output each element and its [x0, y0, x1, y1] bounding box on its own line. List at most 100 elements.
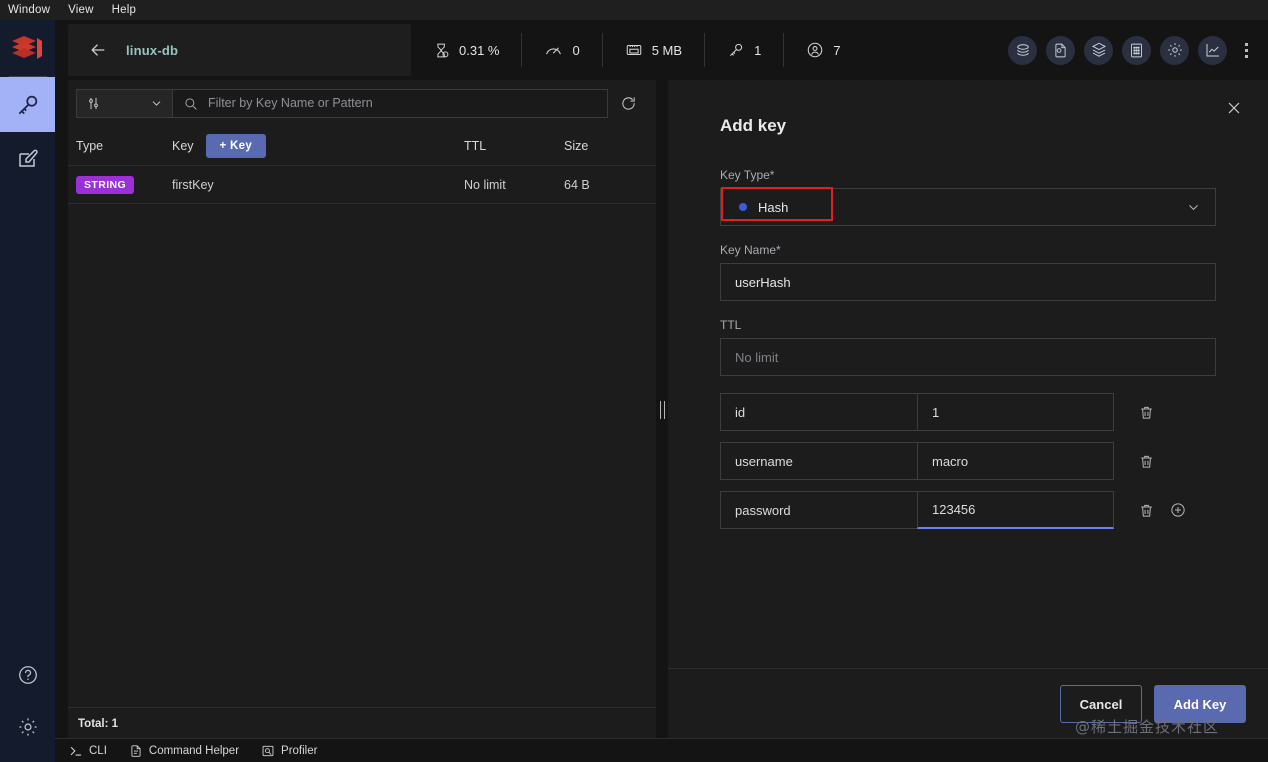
- trash-icon[interactable]: [1136, 451, 1156, 471]
- table-row[interactable]: STRING firstKey No limit 64 B: [68, 166, 656, 204]
- cancel-button[interactable]: Cancel: [1060, 685, 1142, 723]
- sidebar-item-browser[interactable]: [0, 77, 55, 132]
- bottom-bar: CLI Command Helper Profiler: [55, 738, 1268, 762]
- column-header-ttl[interactable]: TTL: [464, 139, 564, 153]
- metric-memory: 5 MB: [603, 33, 704, 67]
- column-header-type[interactable]: Type: [76, 139, 172, 153]
- refresh-icon[interactable]: [608, 95, 648, 112]
- cell-size: 64 B: [564, 177, 590, 192]
- menu-item-view[interactable]: View: [68, 4, 94, 16]
- redis-logo-icon: [8, 32, 48, 66]
- key-type-value: Hash: [758, 199, 789, 215]
- metric-clients-value: 7: [833, 42, 841, 58]
- hash-field-input[interactable]: password: [720, 491, 917, 529]
- terminal-icon: [69, 744, 83, 758]
- arrow-left-icon[interactable]: [88, 40, 108, 60]
- chevron-down-icon: [1186, 200, 1201, 215]
- sliders-icon: [86, 96, 101, 111]
- cell-type: STRING: [76, 175, 172, 194]
- key-icon: [15, 92, 41, 118]
- hash-field-row: id 1: [720, 393, 1216, 431]
- keys-table-body: STRING firstKey No limit 64 B: [68, 166, 656, 707]
- metric-keys: 1: [705, 33, 783, 67]
- close-icon[interactable]: [1222, 96, 1246, 120]
- column-header-size[interactable]: Size: [564, 139, 634, 153]
- panel-resize-handle[interactable]: [656, 80, 668, 739]
- key-type-filter-select[interactable]: [76, 88, 172, 118]
- memory-icon: [625, 41, 643, 59]
- key-icon: [727, 41, 745, 59]
- metric-ops: 0: [522, 33, 601, 67]
- cluster-icon[interactable]: [1008, 35, 1037, 65]
- sidebar-item-help[interactable]: [17, 664, 39, 686]
- keys-panel: Filter by Key Name or Pattern Type Key +…: [68, 80, 656, 739]
- filter-bar: Filter by Key Name or Pattern: [68, 80, 656, 126]
- metric-cpu: 0.31 %: [411, 33, 521, 67]
- top-toolbar: linux-db 0.31 % 0 5 MB 1 7: [55, 20, 1268, 80]
- sidebar-item-settings[interactable]: [17, 716, 39, 738]
- more-vertical-icon[interactable]: [1236, 39, 1256, 62]
- hash-field-input[interactable]: id: [720, 393, 917, 431]
- question-circle-icon: [17, 664, 39, 686]
- hash-field-input[interactable]: username: [720, 442, 917, 480]
- user-icon: [806, 41, 824, 59]
- page-title: Add key: [720, 116, 787, 135]
- database-chip[interactable]: linux-db: [68, 24, 411, 76]
- hash-row-actions: [1114, 500, 1188, 520]
- gear-icon: [17, 716, 39, 738]
- hash-field-row: password 123456: [720, 491, 1216, 529]
- key-name-group: Key Name* userHash: [720, 243, 1216, 301]
- profiler-label: Profiler: [281, 744, 318, 757]
- panel-body: Key Type* Hash Key Name* userHash TTL No…: [668, 142, 1268, 668]
- hash-value-input[interactable]: 123456: [917, 491, 1114, 529]
- key-name-label: Key Name*: [720, 243, 781, 257]
- metric-ops-value: 0: [572, 42, 580, 58]
- add-key-button[interactable]: + Key: [205, 133, 267, 158]
- settings-icon[interactable]: [1160, 35, 1189, 65]
- analytics-icon[interactable]: [1198, 35, 1227, 65]
- key-type-dot-icon: [739, 203, 747, 211]
- ttl-input[interactable]: No limit: [720, 338, 1216, 376]
- left-rail: [0, 20, 55, 762]
- search-input[interactable]: Filter by Key Name or Pattern: [172, 88, 608, 118]
- edit-square-icon: [16, 148, 40, 172]
- metrics-group: 0.31 % 0 5 MB 1 7: [411, 24, 863, 76]
- submit-add-key-button[interactable]: Add Key: [1154, 685, 1246, 723]
- trash-icon[interactable]: [1136, 500, 1156, 520]
- total-count: Total: 1: [68, 707, 656, 739]
- column-header-key[interactable]: Key + Key: [172, 133, 464, 158]
- command-helper-button[interactable]: Command Helper: [129, 744, 239, 758]
- cli-label: CLI: [89, 744, 107, 757]
- menu-item-help[interactable]: Help: [112, 4, 136, 16]
- search-icon: [183, 96, 198, 111]
- cli-button[interactable]: CLI: [69, 744, 107, 758]
- key-type-label: Key Type*: [720, 168, 775, 182]
- profiler-icon: [261, 744, 275, 758]
- database-name: linux-db: [126, 42, 179, 58]
- cpu-icon: [433, 42, 450, 59]
- speedometer-icon: [544, 41, 563, 60]
- key-type-value-wrap: Hash: [721, 200, 788, 215]
- key-name-input[interactable]: userHash: [720, 263, 1216, 301]
- trash-icon[interactable]: [1136, 402, 1156, 422]
- hash-row-actions: [1114, 451, 1156, 471]
- tool-icons-group: [1008, 35, 1268, 65]
- memory-analysis-icon[interactable]: [1122, 35, 1151, 65]
- layers-icon[interactable]: [1084, 35, 1113, 65]
- slowlog-icon[interactable]: [1046, 35, 1075, 65]
- command-helper-label: Command Helper: [148, 744, 240, 757]
- plus-circle-icon[interactable]: [1168, 500, 1188, 520]
- metric-cpu-value: 0.31 %: [459, 42, 500, 58]
- document-icon: [129, 744, 143, 758]
- panel-header: Add key: [668, 80, 1268, 142]
- chevron-down-icon: [150, 97, 163, 110]
- hash-value-input[interactable]: macro: [917, 442, 1114, 480]
- sidebar-item-workbench[interactable]: [0, 132, 55, 187]
- hash-fields-list: id 1 username macro password 123456: [720, 393, 1216, 529]
- hash-value-input[interactable]: 1: [917, 393, 1114, 431]
- menu-item-window[interactable]: Window: [8, 4, 50, 16]
- status-badge: STRING: [76, 175, 135, 194]
- column-header-key-label: Key: [172, 138, 194, 153]
- profiler-button[interactable]: Profiler: [261, 744, 317, 758]
- key-type-select[interactable]: Hash: [720, 187, 1216, 226]
